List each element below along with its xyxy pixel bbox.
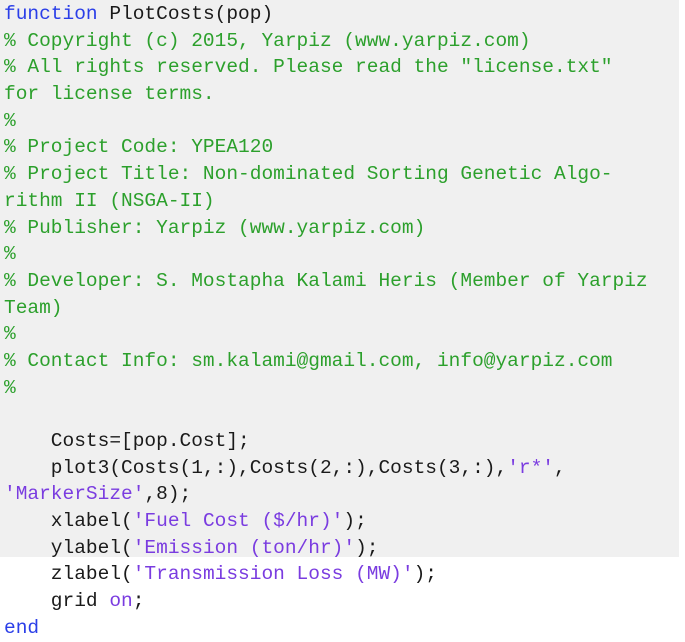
code-token: Costs=[pop.Cost]; xyxy=(4,430,250,452)
string-token: 'Emission (ton/hr)' xyxy=(132,536,356,559)
code-line: plot3(Costs(1,:),Costs(2,:),Costs(3,:),'… xyxy=(4,455,679,482)
code-line: zlabel('Transmission Loss (MW)'); xyxy=(4,561,679,588)
comment-token: % Contact Info: sm.kalami@gmail.com, inf… xyxy=(4,349,613,372)
code-line: Team) xyxy=(4,295,679,322)
code-line: % xyxy=(4,375,679,402)
code-line: ylabel('Emission (ton/hr)'); xyxy=(4,535,679,562)
code-line: % Developer: S. Mostapha Kalami Heris (M… xyxy=(4,268,679,295)
code-token: ylabel( xyxy=(4,536,133,559)
code-token: ,8); xyxy=(144,483,192,506)
code-line: % Copyright (c) 2015, Yarpiz (www.yarpiz… xyxy=(4,28,679,55)
code-line: % Contact Info: sm.kalami@gmail.com, inf… xyxy=(4,348,679,375)
code-line: % xyxy=(4,108,679,135)
comment-token: % Copyright (c) 2015, Yarpiz (www.yarpiz… xyxy=(4,29,531,52)
code-line: 'MarkerSize',8); xyxy=(4,481,679,508)
comment-token: % xyxy=(4,243,16,266)
code-line: xlabel('Fuel Cost ($/hr)'); xyxy=(4,508,679,535)
code-token: xlabel( xyxy=(4,510,133,533)
string-token: 'MarkerSize' xyxy=(4,483,145,506)
comment-token: % xyxy=(4,376,16,399)
comment-token: % Project Title: Non-dominated Sorting G… xyxy=(4,163,613,186)
code-line: function PlotCosts(pop) xyxy=(4,1,679,28)
code-line: % Project Code: YPEA120 xyxy=(4,134,679,161)
comment-token: rithm II (NSGA-II) xyxy=(4,189,215,212)
comment-token: % xyxy=(4,109,16,132)
code-token: plot3(Costs(1,:),Costs(2,:),Costs(3,:), xyxy=(4,456,508,479)
comment-token: % Project Code: YPEA120 xyxy=(4,136,274,159)
comment-token: % All rights reserved. Please read the "… xyxy=(4,56,613,79)
string-token: 'Transmission Loss (MW)' xyxy=(132,563,414,586)
code-line: % xyxy=(4,321,679,348)
string-token: on xyxy=(109,590,133,613)
code-line: % All rights reserved. Please read the "… xyxy=(4,54,679,81)
string-token: 'r*' xyxy=(507,456,554,479)
keyword-token: end xyxy=(4,616,40,639)
code-token: ); xyxy=(343,510,367,533)
code-line: % Publisher: Yarpiz (www.yarpiz.com) xyxy=(4,215,679,242)
code-line: end xyxy=(4,615,679,642)
code-token: , xyxy=(554,456,566,479)
code-token: zlabel( xyxy=(4,563,133,586)
code-token: ); xyxy=(355,536,379,559)
code-token: PlotCosts(pop) xyxy=(97,3,274,25)
code-listing: function PlotCosts(pop)% Copyright (c) 2… xyxy=(0,0,679,639)
code-line: Costs=[pop.Cost]; xyxy=(4,428,679,455)
code-token: ; xyxy=(132,590,145,613)
keyword-token: function xyxy=(4,3,98,25)
code-line: grid on; xyxy=(4,588,679,615)
code-token: ); xyxy=(413,563,437,586)
comment-token: % xyxy=(4,323,16,346)
string-token: 'Fuel Cost ($/hr)' xyxy=(132,510,344,533)
code-line: rithm II (NSGA-II) xyxy=(4,188,679,215)
comment-token: for license terms. xyxy=(4,83,215,106)
comment-token: % Publisher: Yarpiz (www.yarpiz.com) xyxy=(4,216,426,239)
comment-token: Team) xyxy=(4,296,63,319)
code-line: for license terms. xyxy=(4,81,679,108)
comment-token: % Developer: S. Mostapha Kalami Heris (M… xyxy=(4,269,648,292)
code-line: % xyxy=(4,241,679,268)
code-line: % Project Title: Non-dominated Sorting G… xyxy=(4,161,679,188)
code-token: grid xyxy=(4,590,110,613)
